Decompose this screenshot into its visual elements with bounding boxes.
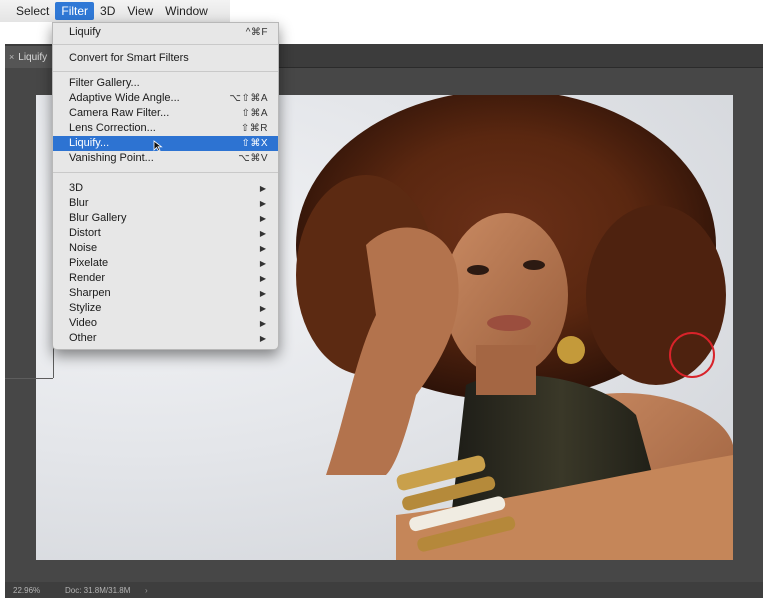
menu-item-3d[interactable]: 3D ▶ — [53, 181, 278, 196]
menu-item-liquify[interactable]: Liquify... ⇧⌘X — [53, 136, 278, 152]
menu-item-label: Filter Gallery... — [69, 77, 140, 89]
menu-item-label: Blur — [69, 197, 89, 209]
menu-item-label: Vanishing Point... — [69, 152, 154, 164]
menu-separator — [53, 71, 278, 72]
menu-item-adaptive-wide-angle[interactable]: Adaptive Wide Angle... ⌥⇧⌘A — [53, 91, 278, 106]
menu-3d[interactable]: 3D — [94, 2, 121, 20]
menu-item-label: Pixelate — [69, 257, 109, 269]
menu-item-shortcut: ⌥⇧⌘A — [229, 93, 268, 104]
submenu-arrow-icon: ▶ — [259, 184, 266, 193]
divider-line — [5, 378, 53, 379]
annotation-circle — [669, 332, 715, 378]
menu-item-last-filter[interactable]: Liquify ^⌘F — [53, 25, 278, 40]
menu-item-label: Other — [69, 332, 97, 344]
submenu-arrow-icon: ▶ — [259, 259, 266, 268]
menu-item-label: Convert for Smart Filters — [69, 52, 189, 64]
menu-item-filter-gallery[interactable]: Filter Gallery... — [53, 76, 278, 91]
menu-window[interactable]: Window — [159, 2, 214, 20]
filter-menu-dropdown: Liquify ^⌘F Convert for Smart Filters Fi… — [52, 22, 279, 350]
menu-item-label: Camera Raw Filter... — [69, 107, 170, 119]
menu-separator — [53, 172, 278, 173]
menu-item-label: Liquify... — [69, 137, 110, 149]
menu-bar: Select Filter 3D View Window — [0, 0, 230, 22]
zoom-level[interactable]: 22.96% — [13, 586, 65, 595]
menu-item-render[interactable]: Render ▶ — [53, 271, 278, 286]
menu-item-shortcut: ⇧⌘X — [241, 138, 268, 149]
menu-item-shortcut: ^⌘F — [245, 27, 268, 38]
menu-item-distort[interactable]: Distort ▶ — [53, 226, 278, 241]
menu-item-label: Liquify — [69, 26, 101, 38]
menu-item-label: Render — [69, 272, 106, 284]
submenu-arrow-icon: ▶ — [259, 319, 266, 328]
chevron-right-icon[interactable]: › — [145, 586, 148, 595]
menu-view[interactable]: View — [121, 2, 159, 20]
document-tab-title: Liquify — [18, 51, 48, 63]
menu-filter[interactable]: Filter — [55, 2, 95, 20]
menu-item-label: Distort — [69, 227, 101, 239]
doc-size: Doc: 31.8M/31.8M — [65, 585, 131, 595]
menu-item-label: Lens Correction... — [69, 122, 156, 134]
menu-item-pixelate[interactable]: Pixelate ▶ — [53, 256, 278, 271]
menu-item-shortcut: ⇧⌘A — [241, 108, 268, 119]
submenu-arrow-icon: ▶ — [259, 334, 266, 343]
menu-item-label: 3D — [69, 182, 84, 194]
menu-separator — [53, 44, 278, 45]
menu-select[interactable]: Select — [10, 2, 55, 20]
close-icon[interactable]: × — [9, 52, 14, 62]
submenu-arrow-icon: ▶ — [259, 199, 266, 208]
menu-item-label: Noise — [69, 242, 98, 254]
menu-item-label: Sharpen — [69, 287, 111, 299]
menu-item-lens-correction[interactable]: Lens Correction... ⇧⌘R — [53, 121, 278, 136]
submenu-arrow-icon: ▶ — [259, 244, 266, 253]
menu-item-video[interactable]: Video ▶ — [53, 316, 278, 331]
menu-item-label: Blur Gallery — [69, 212, 127, 224]
menu-item-camera-raw-filter[interactable]: Camera Raw Filter... ⇧⌘A — [53, 106, 278, 121]
menu-item-blur[interactable]: Blur ▶ — [53, 196, 278, 211]
submenu-arrow-icon: ▶ — [259, 274, 266, 283]
menu-item-shortcut: ⇧⌘R — [240, 123, 268, 134]
submenu-arrow-icon: ▶ — [259, 289, 266, 298]
submenu-arrow-icon: ▶ — [259, 304, 266, 313]
menu-item-blur-gallery[interactable]: Blur Gallery ▶ — [53, 211, 278, 226]
menu-item-other[interactable]: Other ▶ — [53, 331, 278, 346]
menu-item-stylize[interactable]: Stylize ▶ — [53, 301, 278, 316]
menu-item-vanishing-point[interactable]: Vanishing Point... ⌥⌘V — [53, 151, 278, 166]
submenu-arrow-icon: ▶ — [259, 214, 266, 223]
menu-item-noise[interactable]: Noise ▶ — [53, 241, 278, 256]
menu-item-label: Adaptive Wide Angle... — [69, 92, 180, 104]
menu-item-convert-smart-filters[interactable]: Convert for Smart Filters — [53, 49, 278, 67]
menu-item-shortcut: ⌥⌘V — [238, 153, 268, 164]
menu-item-label: Video — [69, 317, 97, 329]
menu-item-sharpen[interactable]: Sharpen ▶ — [53, 286, 278, 301]
status-bar: 22.96% Doc: 31.8M/31.8M › — [5, 582, 763, 598]
menu-item-label: Stylize — [69, 302, 102, 314]
submenu-arrow-icon: ▶ — [259, 229, 266, 238]
